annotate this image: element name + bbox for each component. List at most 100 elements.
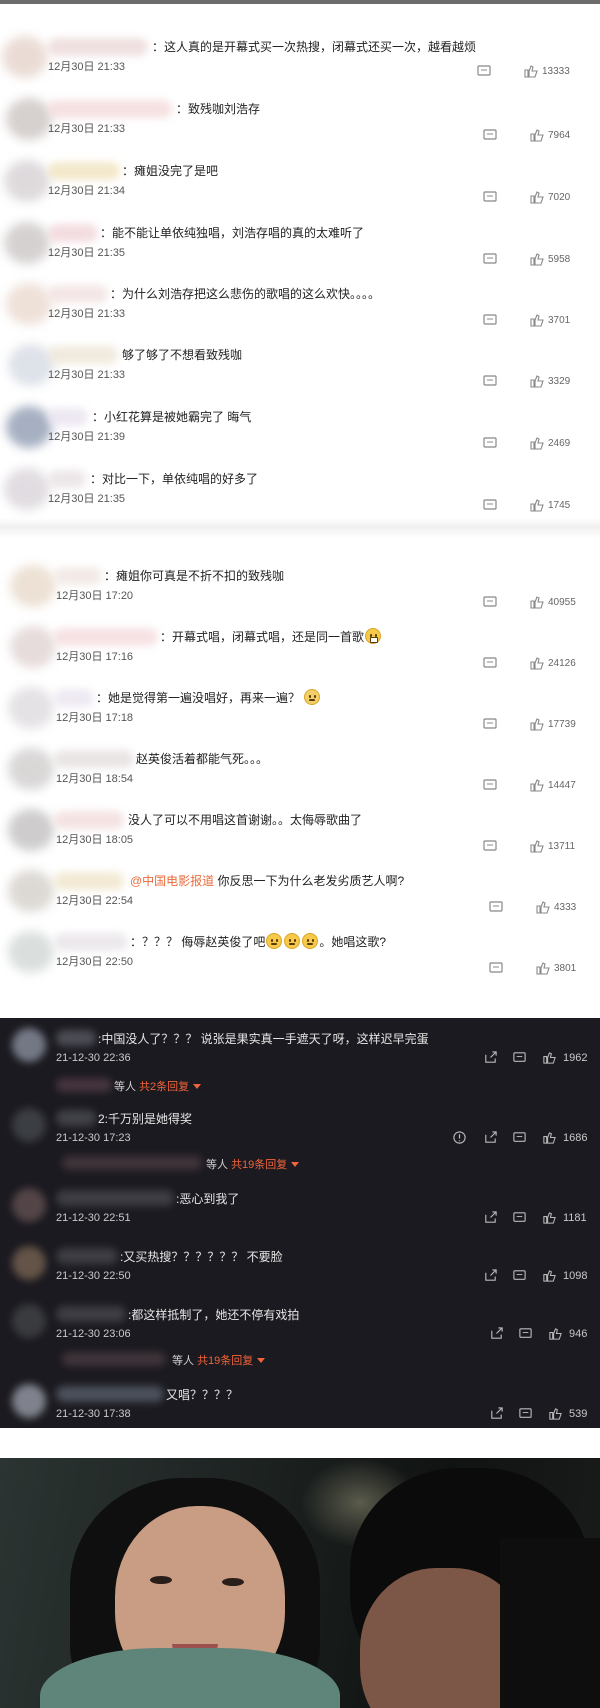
mention-link[interactable]: @中国电影报道 (130, 874, 214, 888)
avatar[interactable] (12, 1108, 46, 1142)
avatar[interactable] (12, 1028, 46, 1062)
comment-item: ：？？？ 侮辱赵英俊了吧 。她唱这歌? 12月30日 22:50 3801 (0, 925, 600, 986)
replies-toggle[interactable]: 等人 共2条回复 (114, 1078, 202, 1094)
username-blurred[interactable] (48, 38, 148, 56)
username-blurred[interactable] (54, 933, 128, 951)
like-icon[interactable] (529, 189, 545, 205)
avatar[interactable] (6, 98, 52, 140)
like-icon[interactable] (529, 594, 545, 610)
like-icon[interactable] (529, 251, 545, 267)
comment-icon[interactable] (482, 716, 498, 732)
username-blurred[interactable] (56, 1248, 118, 1264)
comment-icon[interactable] (512, 1210, 527, 1225)
like-icon[interactable] (535, 960, 551, 976)
avatar[interactable] (8, 870, 54, 912)
share-icon[interactable] (483, 1050, 498, 1065)
avatar[interactable] (8, 748, 54, 790)
comment-item: ：这人真的是开幕式买一次热搜，闭幕式还买一次，越看越烦 12月30日 21:33… (0, 30, 600, 91)
like-icon[interactable] (523, 63, 539, 79)
replies-toggle[interactable]: 等人 共19条回复 (172, 1352, 266, 1368)
comment-icon[interactable] (518, 1326, 533, 1341)
like-icon[interactable] (548, 1406, 563, 1421)
username-blurred[interactable] (56, 1190, 174, 1206)
username-blurred[interactable] (48, 470, 86, 488)
avatar[interactable] (12, 1384, 46, 1418)
comment-icon[interactable] (482, 251, 498, 267)
username-blurred[interactable] (48, 285, 108, 303)
username-blurred[interactable] (54, 689, 94, 707)
username-blurred[interactable] (54, 750, 134, 768)
avatar[interactable] (6, 283, 52, 325)
like-icon[interactable] (542, 1130, 557, 1145)
comment-icon[interactable] (482, 777, 498, 793)
username-blurred[interactable] (56, 1386, 164, 1402)
share-icon[interactable] (483, 1268, 498, 1283)
comment-icon[interactable] (482, 655, 498, 671)
like-icon[interactable] (548, 1326, 563, 1341)
share-icon[interactable] (483, 1130, 498, 1145)
comment-icon[interactable] (512, 1268, 527, 1283)
comment-icon[interactable] (482, 189, 498, 205)
comment-text: ：致残咖刘浩存 (176, 102, 261, 116)
like-icon[interactable] (542, 1050, 557, 1065)
like-icon[interactable] (529, 435, 545, 451)
avatar[interactable] (4, 222, 50, 264)
like-icon[interactable] (529, 373, 545, 389)
username-blurred[interactable] (56, 1110, 96, 1126)
avatar[interactable] (12, 1246, 46, 1280)
report-icon[interactable] (452, 1130, 467, 1145)
comment-icon[interactable] (482, 838, 498, 854)
comment-item: ：对比一下，单依纯唱的好多了 12月30日 21:35 1745 (0, 462, 600, 523)
username-blurred[interactable] (48, 224, 98, 242)
username-blurred[interactable] (54, 811, 124, 829)
comment-text: 又唱？？？？ (166, 1388, 239, 1402)
comment-icon[interactable] (488, 960, 504, 976)
share-icon[interactable] (483, 1210, 498, 1225)
comment-icon[interactable] (482, 594, 498, 610)
avatar[interactable] (10, 626, 56, 668)
like-icon[interactable] (529, 497, 545, 513)
comment-text: ：？？？ 侮辱赵英俊了吧 。她唱这歌? (130, 933, 386, 950)
avatar[interactable] (8, 931, 54, 973)
username-blurred[interactable] (48, 346, 118, 364)
like-icon[interactable] (542, 1210, 557, 1225)
share-icon[interactable] (489, 1326, 504, 1341)
username-blurred[interactable] (48, 162, 120, 180)
comment-icon[interactable] (482, 373, 498, 389)
like-icon[interactable] (529, 312, 545, 328)
comment-icon[interactable] (482, 497, 498, 513)
avatar[interactable] (12, 1304, 46, 1338)
username-blurred[interactable] (48, 408, 88, 426)
comment-icon[interactable] (488, 899, 504, 915)
comment-icon[interactable] (482, 127, 498, 143)
username-blurred[interactable] (56, 1030, 96, 1046)
like-icon[interactable] (529, 716, 545, 732)
username-blurred[interactable] (54, 567, 102, 585)
comment-icon[interactable] (512, 1050, 527, 1065)
username-blurred[interactable] (56, 1306, 126, 1322)
avatar[interactable] (4, 160, 50, 202)
like-icon[interactable] (529, 838, 545, 854)
avatar[interactable] (12, 1188, 46, 1222)
like-icon[interactable] (535, 899, 551, 915)
avatar[interactable] (8, 809, 54, 851)
avatar[interactable] (6, 406, 52, 448)
comment-icon[interactable] (482, 312, 498, 328)
like-icon[interactable] (529, 127, 545, 143)
avatar[interactable] (8, 687, 54, 729)
username-blurred[interactable] (48, 100, 172, 118)
comment-icon[interactable] (476, 63, 492, 79)
comment-icon[interactable] (482, 435, 498, 451)
username-blurred[interactable] (54, 628, 158, 646)
avatar[interactable] (4, 468, 50, 510)
avatar[interactable] (10, 565, 56, 607)
avatar[interactable] (2, 36, 48, 78)
replies-toggle[interactable]: 等人 共19条回复 (206, 1156, 300, 1172)
like-icon[interactable] (529, 655, 545, 671)
like-icon[interactable] (542, 1268, 557, 1283)
share-icon[interactable] (489, 1406, 504, 1421)
username-blurred[interactable] (54, 872, 124, 890)
like-icon[interactable] (529, 777, 545, 793)
comment-icon[interactable] (512, 1130, 527, 1145)
comment-icon[interactable] (518, 1406, 533, 1421)
